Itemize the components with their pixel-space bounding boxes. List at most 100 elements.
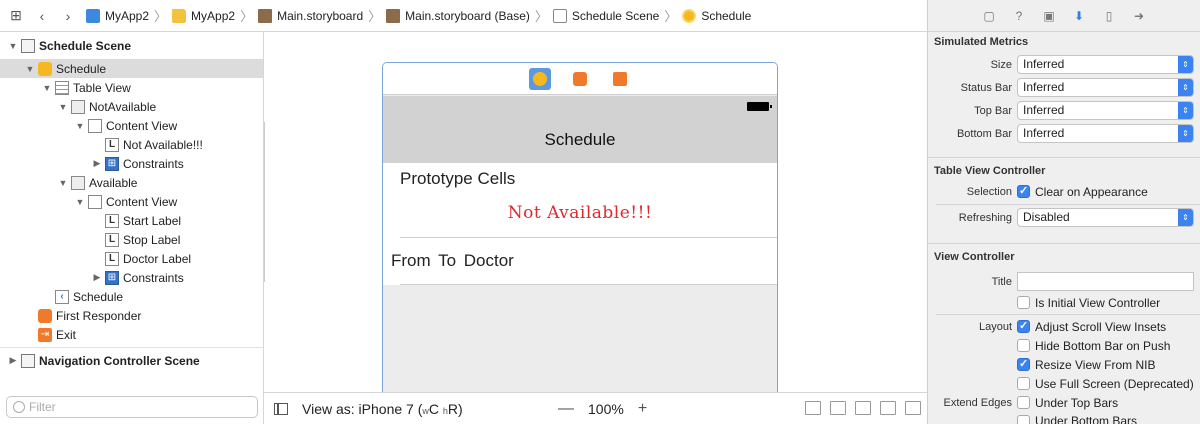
breadcrumb-storyboard-base[interactable]: Main.storyboard (Base) 〉 — [386, 6, 553, 25]
clear-on-appearance-checkbox[interactable] — [1017, 184, 1030, 198]
under-top-bars-label[interactable]: Under Top Bars — [1035, 396, 1118, 410]
file-inspector-icon[interactable]: ▢ — [982, 9, 996, 23]
resolve-issues-icon[interactable] — [905, 401, 921, 415]
disclosure-triangle-icon[interactable]: ▶ — [92, 158, 102, 169]
size-popup[interactable]: Inferred ⇕ — [1017, 55, 1194, 74]
under-bottom-bars-checkbox[interactable] — [1017, 415, 1030, 424]
canvas-bottom-bar: View as: iPhone 7 (wC hR) — 100% + — [264, 392, 927, 424]
disclosure-triangle-icon[interactable]: ▼ — [58, 178, 68, 188]
attributes-inspector-icon[interactable]: ⬇ — [1072, 9, 1086, 23]
under-top-bars-checkbox[interactable] — [1017, 396, 1030, 409]
embed-in-stack-icon[interactable] — [830, 401, 846, 415]
disclosure-triangle-icon[interactable]: ▶ — [8, 355, 18, 366]
refreshing-popup[interactable]: Disabled ⇕ — [1017, 208, 1194, 227]
outline-item-doctor-label[interactable]: L Doctor Label — [0, 249, 263, 268]
forward-arrow-icon[interactable]: › — [60, 8, 76, 24]
xcode-window: ⊞ ‹ › MyApp2 〉 MyApp2 〉 Main.storyboard 〉 M… — [0, 0, 1200, 424]
navigation-bar[interactable]: Schedule — [383, 96, 777, 163]
filter-field[interactable]: Filter — [6, 396, 258, 418]
outline-item-available-cell[interactable]: ▼ Available — [0, 173, 263, 192]
view-icon — [88, 194, 102, 209]
hide-bottom-bar-label[interactable]: Hide Bottom Bar on Push — [1035, 339, 1170, 353]
connections-inspector-icon[interactable]: ➜ — [1132, 9, 1146, 23]
clear-on-appearance-label[interactable]: Clear on Appearance — [1035, 185, 1148, 199]
status-bar-label: Status Bar — [960, 82, 1012, 94]
outline-item-table-view[interactable]: ▼ Table View — [0, 78, 263, 97]
breadcrumb-storyboard[interactable]: Main.storyboard 〉 — [258, 6, 386, 25]
outline-item-constraints[interactable]: ▶ ⊞ Constraints — [0, 154, 263, 173]
row-divider — [936, 204, 1200, 205]
popup-arrows-icon: ⇕ — [1178, 102, 1193, 119]
outline-item-schedule-vc[interactable]: ▼ Schedule — [0, 59, 263, 78]
use-full-screen-label[interactable]: Use Full Screen (Deprecated) — [1035, 377, 1194, 391]
view-as-device-button[interactable]: View as: iPhone 7 (wC hR) — [302, 401, 463, 417]
not-available-label[interactable]: Not Available!!! — [383, 203, 777, 223]
identity-inspector-icon[interactable]: ▣ — [1042, 9, 1056, 23]
adjust-scroll-view-insets-checkbox[interactable] — [1017, 319, 1030, 333]
label-icon: L — [105, 251, 119, 266]
disclosure-triangle-icon[interactable]: ▼ — [75, 197, 85, 207]
size-inspector-icon[interactable]: ▯ — [1102, 9, 1116, 23]
schedule-scene[interactable]: Schedule Prototype Cells Not Available!!… — [382, 62, 778, 392]
zoom-in-button[interactable]: + — [638, 400, 647, 418]
outline-item-notavailable-cell[interactable]: ▼ NotAvailable — [0, 97, 263, 116]
zoom-out-button[interactable]: — — [558, 400, 574, 418]
cell-separator — [400, 237, 777, 238]
related-items-icon[interactable]: ⊞ — [8, 7, 24, 24]
outline-toggle-icon[interactable] — [274, 402, 288, 415]
align-icon[interactable] — [855, 401, 871, 415]
outline-item-start-label[interactable]: L Start Label — [0, 211, 263, 230]
outline-item-first-responder[interactable]: First Responder — [0, 306, 263, 325]
top-bar-popup[interactable]: Inferred ⇕ — [1017, 101, 1194, 120]
disclosure-triangle-icon[interactable]: ▼ — [42, 83, 52, 93]
view-controller-dock-icon[interactable] — [529, 67, 551, 90]
constraints-icon: ⊞ — [105, 270, 119, 285]
disclosure-triangle-icon[interactable]: ▼ — [58, 102, 68, 112]
outline-item-label: Not Available!!! — [123, 137, 203, 152]
first-responder-dock-icon[interactable] — [569, 68, 591, 90]
outline-item-exit[interactable]: ⇥ Exit — [0, 325, 263, 344]
breadcrumb-folder[interactable]: MyApp2 〉 — [172, 6, 258, 25]
disclosure-triangle-icon[interactable]: ▶ — [92, 272, 102, 283]
outline-item-not-available-label[interactable]: L Not Available!!! — [0, 135, 263, 154]
outline-item-schedule-scene[interactable]: ▼ Schedule Scene — [0, 36, 263, 55]
available-cell-labels[interactable]: From To Doctor — [391, 251, 514, 271]
table-view[interactable]: Prototype Cells Not Available!!! From To… — [383, 163, 777, 285]
outline-item-content-view[interactable]: ▼ Content View — [0, 116, 263, 135]
outline-item-navigation-controller-scene[interactable]: ▶ Navigation Controller Scene — [0, 351, 263, 370]
resize-view-from-nib-label[interactable]: Resize View From NIB — [1035, 358, 1155, 372]
navigation-title[interactable]: Schedule — [383, 130, 777, 150]
breadcrumb-view-controller[interactable]: Schedule — [682, 8, 752, 23]
status-bar-popup[interactable]: Inferred ⇕ — [1017, 78, 1194, 97]
update-frames-icon[interactable] — [805, 401, 821, 415]
adjust-scroll-view-insets-label[interactable]: Adjust Scroll View Insets — [1035, 320, 1166, 334]
use-full-screen-checkbox[interactable] — [1017, 377, 1030, 390]
initial-view-controller-checkbox[interactable] — [1017, 296, 1030, 309]
breadcrumb-label: Schedule — [701, 8, 752, 23]
exit-dock-icon[interactable] — [609, 68, 631, 90]
title-field[interactable] — [1017, 272, 1194, 291]
outline-item-stop-label[interactable]: L Stop Label — [0, 230, 263, 249]
outline-item-content-view[interactable]: ▼ Content View — [0, 192, 263, 211]
storyboard-canvas[interactable]: Schedule Prototype Cells Not Available!!… — [264, 32, 927, 392]
breadcrumb-project[interactable]: MyApp2 〉 — [86, 6, 172, 25]
zoom-level[interactable]: 100% — [588, 401, 624, 417]
view-controller-icon — [38, 61, 52, 76]
scene-icon — [21, 38, 35, 53]
back-arrow-icon[interactable]: ‹ — [34, 8, 50, 24]
outline-item-navigation-item[interactable]: ‹ Schedule — [0, 287, 263, 306]
resize-view-from-nib-checkbox[interactable] — [1017, 357, 1030, 371]
quick-help-icon[interactable]: ? — [1012, 9, 1026, 23]
outline-item-constraints[interactable]: ▶ ⊞ Constraints — [0, 268, 263, 287]
add-constraints-icon[interactable] — [880, 401, 896, 415]
disclosure-triangle-icon[interactable]: ▼ — [75, 121, 85, 131]
under-bottom-bars-label[interactable]: Under Bottom Bars — [1035, 414, 1137, 424]
breadcrumb-scene[interactable]: Schedule Scene 〉 — [552, 6, 682, 25]
hide-bottom-bar-checkbox[interactable] — [1017, 339, 1030, 352]
bottom-bar-popup[interactable]: Inferred ⇕ — [1017, 124, 1194, 143]
disclosure-triangle-icon[interactable]: ▼ — [8, 41, 18, 51]
disclosure-triangle-icon[interactable]: ▼ — [25, 64, 35, 74]
outline-item-label: Schedule — [56, 61, 107, 76]
initial-view-controller-label[interactable]: Is Initial View Controller — [1035, 296, 1160, 310]
top-bar-value: Inferred — [1023, 103, 1065, 117]
